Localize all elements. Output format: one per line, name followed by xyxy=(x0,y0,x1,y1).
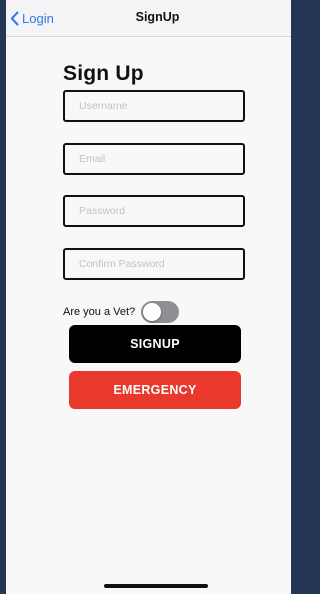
page-title: Sign Up xyxy=(63,62,144,85)
signup-screen: Login SignUp Sign Up Are you a Vet? SIGN… xyxy=(6,0,291,594)
emergency-button[interactable]: EMERGENCY xyxy=(69,371,241,409)
password-field[interactable] xyxy=(63,195,245,227)
vet-toggle[interactable] xyxy=(141,301,180,323)
confirm-password-field[interactable] xyxy=(63,248,245,280)
navigation-bar: Login SignUp xyxy=(6,0,291,37)
vet-label: Are you a Vet? xyxy=(63,306,136,318)
home-indicator xyxy=(104,584,208,588)
nav-title: SignUp xyxy=(135,10,180,24)
username-field[interactable] xyxy=(63,90,245,122)
signup-button[interactable]: SIGNUP xyxy=(69,325,241,363)
email-field[interactable] xyxy=(63,143,245,175)
toggle-knob xyxy=(143,303,162,321)
vet-row: Are you a Vet? xyxy=(63,301,180,323)
